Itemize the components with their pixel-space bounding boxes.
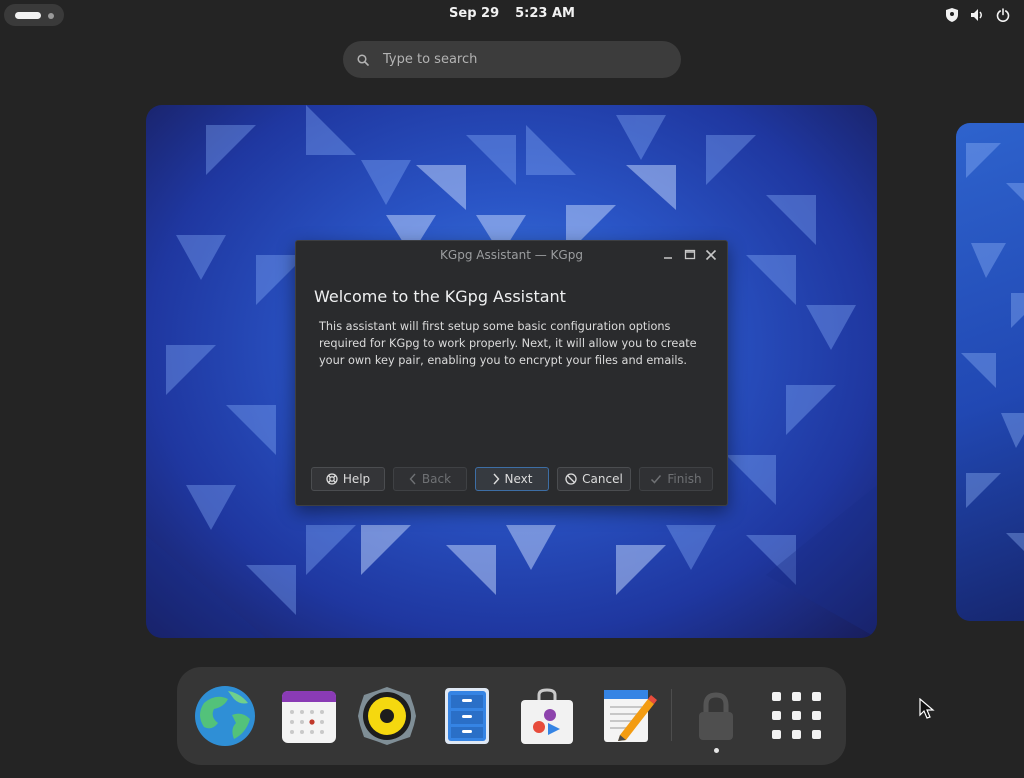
text-editor-icon[interactable] — [598, 685, 660, 747]
back-button[interactable]: Back — [393, 467, 467, 491]
page-title: Welcome to the KGpg Assistant — [314, 287, 566, 306]
music-player-icon[interactable] — [356, 685, 418, 747]
cancel-button-label: Cancel — [582, 472, 623, 486]
web-browser-icon[interactable] — [194, 685, 256, 747]
cancel-button[interactable]: Cancel — [557, 467, 631, 491]
file-manager-icon[interactable] — [436, 685, 498, 747]
dock — [177, 667, 846, 765]
workspace-thumbnail-next[interactable] — [956, 123, 1024, 621]
intro-text: This assistant will first setup some bas… — [319, 320, 697, 367]
finish-button-label: Finish — [667, 472, 702, 486]
back-button-label: Back — [421, 472, 452, 486]
clock-button[interactable]: Sep 29 5:23 AM — [0, 6, 1024, 21]
help-button[interactable]: Help — [311, 467, 385, 491]
clock-date: Sep 29 — [449, 6, 500, 21]
kgpg-assistant-window: KGpg Assistant — KGpg Welcome to the KGp… — [295, 240, 728, 506]
shield-icon[interactable] — [946, 8, 958, 22]
search-placeholder: Type to search — [383, 52, 478, 67]
desktop-overview: Sep 29 5:23 AM Type to search KGpg Assis… — [0, 0, 1024, 778]
clock-time: 5:23 AM — [515, 6, 575, 21]
search-field[interactable]: Type to search — [343, 41, 681, 78]
mouse-cursor-icon — [919, 698, 935, 719]
cancel-icon — [565, 473, 577, 485]
help-button-label: Help — [342, 472, 371, 486]
speaker-icon[interactable] — [970, 8, 984, 22]
dock-separator — [671, 689, 672, 741]
wallpaper-next — [961, 143, 1024, 551]
running-indicator — [714, 748, 719, 753]
help-icon — [326, 473, 338, 485]
checkmark-icon — [651, 475, 662, 484]
chevron-right-icon — [492, 473, 499, 485]
top-bar: Sep 29 5:23 AM — [0, 0, 1024, 30]
kgpg-lock-icon[interactable] — [685, 685, 747, 747]
power-icon[interactable] — [996, 8, 1010, 22]
maximize-icon[interactable] — [682, 247, 698, 263]
next-button[interactable]: Next — [475, 467, 549, 491]
close-icon[interactable] — [703, 247, 719, 263]
button-row: Help Back Next Cancel Finish — [311, 467, 713, 491]
calendar-icon[interactable] — [278, 685, 340, 747]
search-icon — [357, 54, 369, 66]
window-titlebar[interactable]: KGpg Assistant — KGpg — [296, 241, 727, 269]
system-tray[interactable] — [946, 7, 1010, 23]
finish-button[interactable]: Finish — [639, 467, 713, 491]
software-store-icon[interactable] — [516, 685, 578, 747]
app-grid-icon[interactable] — [766, 685, 828, 747]
minimize-icon[interactable] — [660, 247, 676, 263]
chevron-left-icon — [409, 473, 416, 485]
next-button-label: Next — [504, 472, 533, 486]
